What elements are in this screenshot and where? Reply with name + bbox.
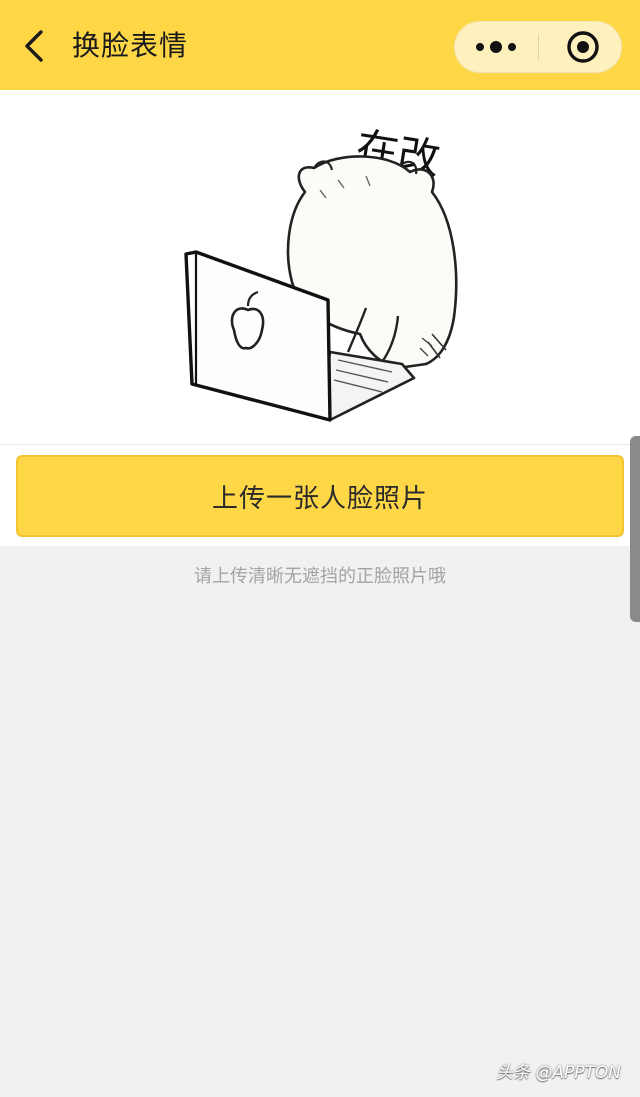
- page-title: 换脸表情: [72, 29, 189, 62]
- upload-face-photo-button[interactable]: 上传一张人脸照片: [16, 455, 624, 537]
- chevron-left-icon: [25, 30, 43, 62]
- watermark: 头条 @APPTON: [496, 1063, 622, 1083]
- more-button[interactable]: [455, 22, 538, 72]
- capsule-menu: [454, 21, 622, 73]
- more-dots-icon: [476, 41, 516, 53]
- upload-section: 上传一张人脸照片: [0, 444, 640, 546]
- target-circle-icon: [567, 31, 599, 63]
- scrollbar-handle[interactable]: [630, 436, 640, 622]
- sticker-preview: 在改: [0, 90, 640, 444]
- bear-with-laptop-sticker: 在改: [184, 123, 458, 422]
- back-button[interactable]: [14, 24, 54, 68]
- close-miniprogram-button[interactable]: [539, 22, 621, 72]
- upload-hint: 请上传清晰无遮挡的正脸照片哦: [194, 566, 446, 587]
- navbar: 换脸表情: [0, 0, 640, 90]
